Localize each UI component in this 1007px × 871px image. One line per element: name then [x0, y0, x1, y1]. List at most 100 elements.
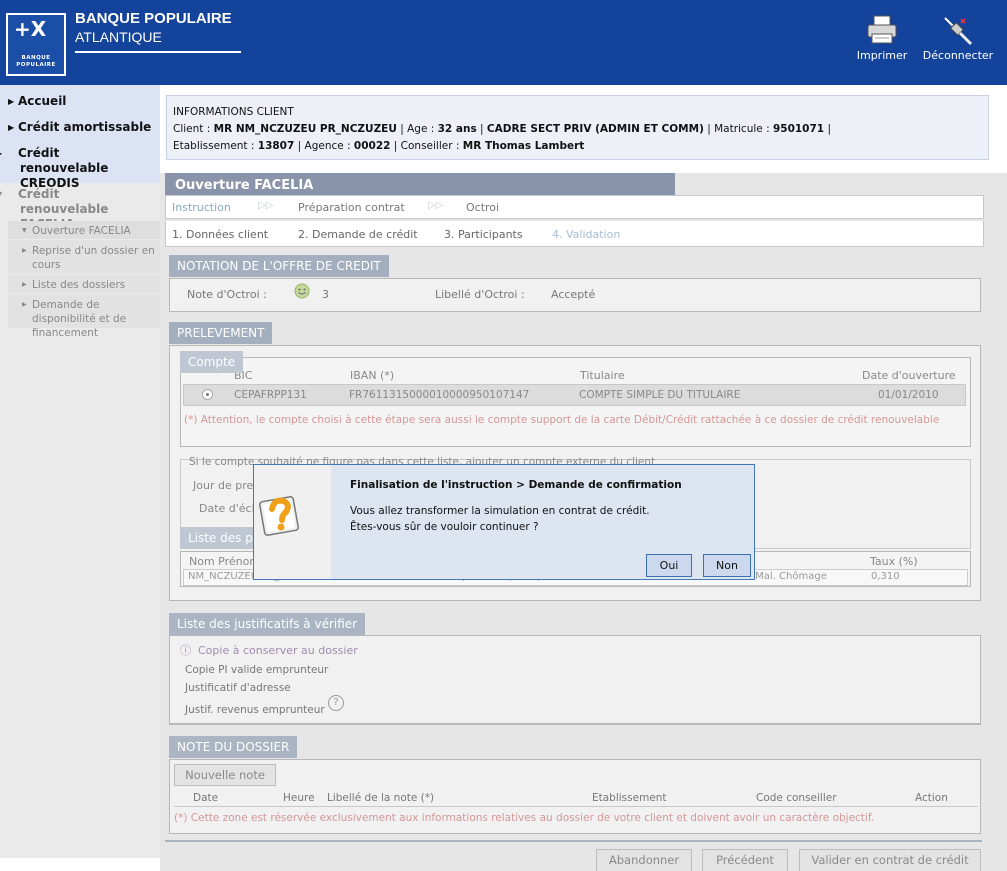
bank-logo: +X BANQUE POPULAIRE: [5, 12, 67, 77]
compte-legend: Compte: [180, 351, 244, 373]
col-iban: IBAN (*): [350, 369, 395, 382]
justif-item: Justif. revenus emprunteur: [185, 704, 325, 716]
phase-arrow-icon: ▷▷: [428, 200, 444, 211]
step-demande-credit[interactable]: 2. Demande de crédit: [298, 228, 418, 241]
justificatifs-fieldset: ⓘ Copie à conserver au dossier Copie PI …: [169, 635, 981, 724]
note-octroi-value: 3: [322, 288, 329, 301]
cell-taux: 0,310: [871, 571, 900, 582]
logout-label: Déconnecter: [922, 49, 994, 62]
col-taux: Taux (%): [870, 555, 918, 568]
client-agence: 00022: [353, 140, 391, 152]
new-note-button[interactable]: Nouvelle note: [174, 764, 276, 786]
previous-button[interactable]: Précédent: [702, 849, 788, 871]
notes-legend: NOTE DU DOSSIER: [169, 736, 298, 758]
notes-col-date: Date: [193, 792, 219, 804]
notes-fieldset: Nouvelle note Date Heure Libellé de la n…: [169, 759, 981, 834]
client-info-panel: INFORMATIONS CLIENT Client : MR NM_NCZUZ…: [166, 95, 989, 160]
print-label: Imprimer: [856, 49, 908, 62]
sidebar-subitem-ouverture[interactable]: ▼ Ouverture FACELIA: [22, 224, 166, 238]
validate-contract-button[interactable]: Valider en contrat de crédit: [799, 849, 981, 871]
step-validation[interactable]: 4. Validation: [552, 228, 620, 241]
sidebar: ▶Accueil ▶Crédit amortissable ▶Crédit re…: [0, 85, 160, 858]
caret-right-icon: ▶: [22, 301, 27, 308]
dialog-message-line1: Vous allez transformer la simulation en …: [350, 505, 650, 517]
caret-right-icon: ▶: [0, 146, 18, 161]
caret-right-icon: ▶: [8, 123, 15, 132]
col-titulaire: Titulaire: [580, 369, 625, 382]
dialog-no-button[interactable]: Non: [703, 554, 751, 577]
sidebar-item-credit-amortissable[interactable]: ▶ Crédit amortissable: [8, 120, 158, 135]
logout-button[interactable]: Déconnecter: [918, 14, 998, 72]
sidebar-subitem-liste[interactable]: ▶ Liste des dossiers: [22, 278, 166, 292]
notes-col-etablissement: Etablissement: [592, 792, 667, 804]
disconnect-plug-icon: [944, 17, 973, 46]
account-warning: (*) Attention, le compte choisi à cette …: [184, 414, 940, 426]
logo-text-line1: BANQUE: [21, 55, 51, 61]
brand-region: ATLANTIQUE: [75, 29, 162, 45]
sidebar-item-creodis[interactable]: ▶Crédit renouvelable CREODIS: [0, 146, 148, 191]
step-bar: 1. Données client 2. Demande de crédit 3…: [165, 221, 984, 247]
cell-iban: FR7611315000010000950107147: [349, 389, 530, 401]
col-nom-prenom: Nom Prénom: [189, 555, 261, 568]
question-icon: [259, 496, 299, 536]
libelle-octroi-value: Accepté: [551, 288, 596, 301]
col-date-ouverture: Date d'ouverture: [862, 369, 956, 382]
notes-col-heure: Heure: [283, 792, 315, 804]
brand-underline: [75, 51, 241, 53]
dialog-yes-button[interactable]: Oui: [646, 554, 692, 577]
phase-octroi: Octroi: [466, 201, 500, 214]
notation-fieldset: Note d'Octroi : 3 Libellé d'Octroi : Acc…: [169, 278, 981, 312]
client-info-heading: INFORMATIONS CLIENT: [173, 106, 294, 118]
cell-titulaire: COMPTE SIMPLE DU TITULAIRE: [579, 389, 741, 401]
client-info-line1: Client : MR NM_NCZUZEU PR_NCZUZEU | Age …: [173, 123, 831, 135]
cell-bic: CEPAFRPP131: [234, 389, 307, 401]
caret-down-icon: ▼: [22, 227, 27, 234]
print-button[interactable]: Imprimer: [855, 14, 909, 72]
confirmation-dialog: Finalisation de l'instruction > Demande …: [253, 464, 755, 580]
date-echeance-label: Date d'éch: [199, 502, 259, 515]
phase-bar: Instruction ▷▷ Préparation contrat ▷▷ Oc…: [165, 195, 984, 219]
dialog-message-line2: Êtes-vous sûr de vouloir continuer ?: [350, 521, 539, 533]
phase-preparation: Préparation contrat: [298, 201, 405, 214]
caret-right-icon: ▶: [22, 281, 27, 288]
notes-col-libelle: Libellé de la note (*): [327, 792, 435, 804]
cell-date: 01/01/2010: [878, 389, 939, 401]
libelle-octroi-label: Libellé d'Octroi :: [435, 288, 525, 301]
client-age: 32 ans: [437, 123, 477, 135]
notes-col-code-conseiller: Code conseiller: [756, 792, 837, 804]
smiley-icon: [294, 283, 310, 299]
client-etablissement: 13807: [257, 140, 295, 152]
justificatifs-legend: Liste des justificatifs à vérifier: [169, 613, 366, 635]
info-icon: ⓘ: [180, 644, 191, 657]
note-octroi-label: Note d'Octroi :: [187, 288, 267, 301]
abandon-button[interactable]: Abandonner: [596, 849, 692, 871]
client-matricule: 9501071: [772, 123, 825, 135]
phase-instruction: Instruction: [172, 201, 231, 214]
page-title: Ouverture FACELIA: [165, 173, 675, 196]
client-name: MR NM_NCZUZEU PR_NCZUZEU: [213, 123, 397, 135]
table-row[interactable]: CEPAFRPP131 FR7611315000010000950107147 …: [183, 384, 966, 406]
compte-fieldset: BIC IBAN (*) Titulaire Date d'ouverture …: [180, 357, 971, 447]
account-radio[interactable]: [202, 389, 213, 400]
dialog-title: Finalisation de l'instruction > Demande …: [350, 479, 682, 491]
caret-right-icon: ▶: [22, 247, 27, 254]
client-info-line2: Etablissement : 13807 | Agence : 00022 |…: [173, 140, 585, 152]
sidebar-subitem-reprise[interactable]: ▶ Reprise d'un dossier en cours: [22, 244, 156, 272]
notes-col-action: Action: [915, 792, 948, 804]
sidebar-item-accueil[interactable]: ▶ Accueil: [8, 94, 158, 109]
step-donnees-client[interactable]: 1. Données client: [172, 228, 268, 241]
help-icon[interactable]: ?: [328, 695, 344, 711]
app-header: +X BANQUE POPULAIRE BANQUE POPULAIRE ATL…: [0, 0, 1007, 85]
justif-item: Justificatif d'adresse: [185, 682, 291, 694]
phase-arrow-icon: ▷▷: [258, 200, 274, 211]
client-profession: CADRE SECT PRIV (ADMIN ET COMM): [486, 123, 704, 135]
sidebar-subitem-disponibilite[interactable]: ▶ Demande de disponibilité et de financem…: [22, 298, 156, 340]
copy-label: Copie à conserver au dossier: [198, 644, 358, 657]
step-participants[interactable]: 3. Participants: [444, 228, 523, 241]
client-conseiller: MR Thomas Lambert: [462, 140, 585, 152]
brand-name: BANQUE POPULAIRE: [75, 10, 232, 27]
notes-warning: (*) Cette zone est réservée exclusivemen…: [174, 812, 875, 824]
justif-item: Copie PI valide emprunteur: [185, 664, 329, 676]
caret-right-icon: ▶: [8, 97, 15, 106]
caret-down-icon: ▼: [0, 187, 18, 202]
